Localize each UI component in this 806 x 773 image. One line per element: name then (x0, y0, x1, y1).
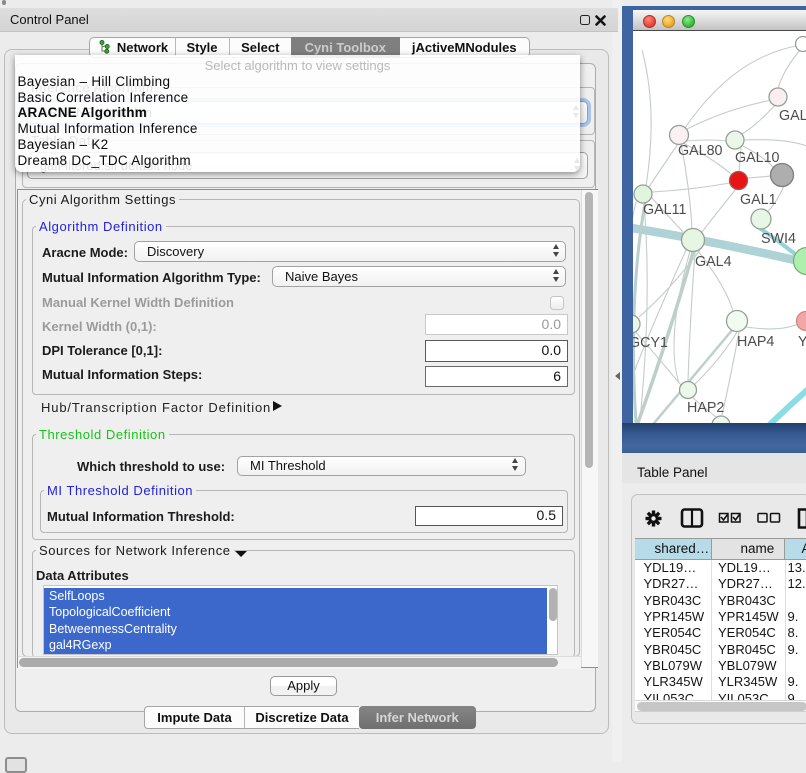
svg-text:GCY1: GCY1 (633, 335, 668, 351)
svg-text:GAL11: GAL11 (643, 202, 686, 218)
svg-text:SWI4: SWI4 (761, 231, 796, 247)
svg-text:GAL4: GAL4 (695, 254, 732, 270)
svg-text:GAL2: GAL2 (779, 108, 806, 124)
svg-text:GAL80: GAL80 (678, 143, 723, 159)
svg-text:GAL10: GAL10 (735, 150, 780, 166)
svg-text:HAP4: HAP4 (737, 334, 774, 350)
svg-text:Y: Y (798, 334, 806, 350)
svg-text:GAL1: GAL1 (740, 192, 777, 208)
svg-text:HAP2: HAP2 (687, 400, 724, 416)
